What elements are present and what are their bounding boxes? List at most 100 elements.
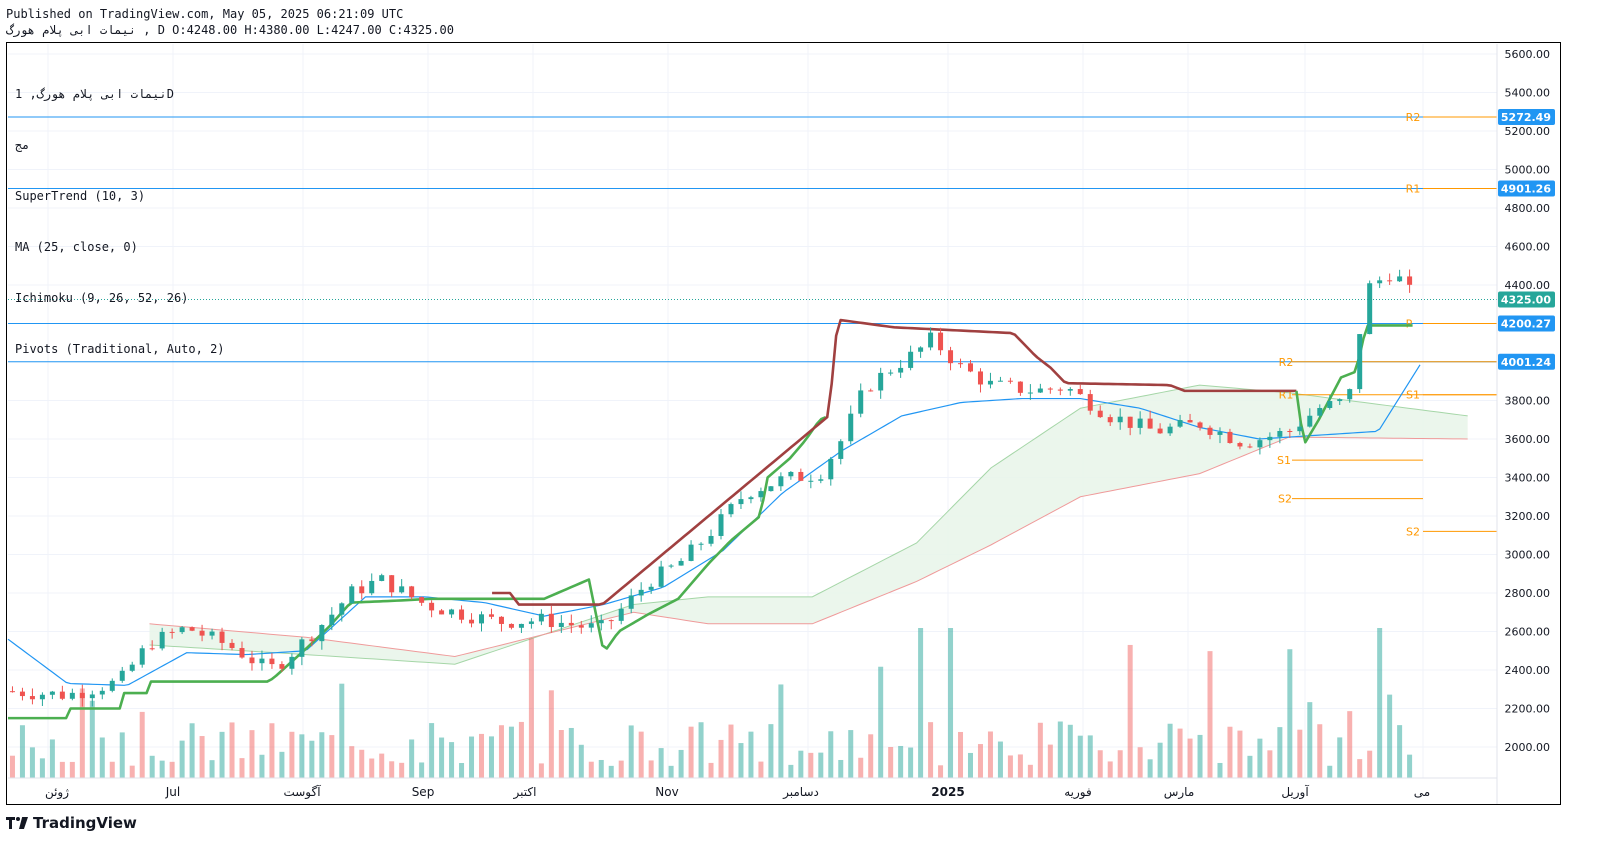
candle[interactable] [798, 471, 804, 481]
candle[interactable] [29, 696, 35, 700]
candle[interactable] [508, 623, 514, 628]
candle[interactable] [419, 597, 425, 603]
candle[interactable] [758, 491, 764, 498]
candle[interactable] [1317, 407, 1323, 416]
candle[interactable] [708, 535, 714, 544]
candle[interactable] [568, 622, 574, 626]
candle[interactable] [1097, 410, 1103, 418]
legend-indicator-pivots[interactable]: Pivots (Traditional, Auto, 2) [15, 341, 225, 358]
candle[interactable] [1037, 388, 1043, 393]
candle[interactable] [189, 627, 195, 631]
candle[interactable] [1307, 415, 1313, 427]
candle[interactable] [1007, 380, 1013, 382]
candle[interactable] [9, 691, 15, 693]
candle[interactable] [89, 694, 95, 699]
candle[interactable] [59, 691, 65, 699]
candle[interactable] [1207, 427, 1213, 435]
candle[interactable] [538, 613, 544, 622]
candle[interactable] [868, 390, 874, 392]
candle[interactable] [299, 639, 305, 657]
candle[interactable] [987, 380, 993, 385]
candle[interactable] [898, 367, 904, 373]
candle[interactable] [1357, 334, 1363, 390]
candle[interactable] [409, 586, 415, 598]
candle[interactable] [279, 664, 285, 669]
candle[interactable] [459, 609, 465, 620]
candle[interactable] [249, 657, 255, 664]
candle[interactable] [928, 332, 934, 348]
candle[interactable] [439, 610, 445, 615]
candle[interactable] [1227, 431, 1233, 444]
candle[interactable] [1187, 420, 1193, 423]
candle[interactable] [1297, 426, 1303, 432]
candle[interactable] [339, 603, 345, 615]
candle[interactable] [1017, 381, 1023, 393]
candle[interactable] [558, 622, 564, 628]
candle[interactable] [69, 692, 75, 699]
candle[interactable] [349, 586, 355, 604]
candle[interactable] [329, 614, 335, 626]
candle[interactable] [1407, 276, 1413, 285]
candle[interactable] [518, 623, 524, 628]
candle[interactable] [1167, 426, 1173, 434]
candle[interactable] [99, 690, 105, 695]
candle[interactable] [1087, 394, 1093, 411]
candle[interactable] [1247, 446, 1253, 448]
candle[interactable] [878, 372, 884, 391]
candle[interactable] [698, 543, 704, 545]
candle[interactable] [479, 614, 485, 624]
candle[interactable] [1047, 388, 1053, 390]
candle[interactable] [199, 630, 205, 636]
candle[interactable] [39, 694, 45, 700]
candle[interactable] [169, 631, 175, 633]
candle[interactable] [399, 586, 405, 593]
candle[interactable] [129, 664, 135, 671]
candle[interactable] [1117, 416, 1123, 423]
candle[interactable] [1147, 418, 1153, 429]
candle[interactable] [808, 480, 814, 482]
chart[interactable]: R2R1PR2R1 S1S1S2S2 2000.002200.002400.002… [0, 0, 1598, 858]
candle[interactable] [748, 497, 754, 500]
candle[interactable] [678, 560, 684, 566]
candle[interactable] [1367, 283, 1373, 335]
candle[interactable] [1277, 430, 1283, 437]
candle[interactable] [49, 691, 55, 695]
candle[interactable] [1327, 401, 1333, 408]
candle[interactable] [728, 504, 734, 515]
candle[interactable] [908, 351, 914, 368]
candle[interactable] [1057, 389, 1063, 391]
candle[interactable] [548, 613, 554, 628]
candle[interactable] [588, 623, 594, 628]
candle[interactable] [528, 621, 534, 624]
candle[interactable] [608, 620, 614, 622]
candle[interactable] [219, 631, 225, 643]
candle[interactable] [658, 566, 664, 587]
candle[interactable] [628, 595, 634, 609]
candle[interactable] [818, 479, 824, 481]
candle[interactable] [269, 658, 275, 665]
candle[interactable] [1127, 416, 1133, 428]
candle[interactable] [838, 441, 844, 459]
candle[interactable] [668, 565, 674, 567]
candle[interactable] [948, 350, 954, 364]
candle[interactable] [768, 486, 774, 492]
candle[interactable] [997, 380, 1003, 382]
candle[interactable] [1337, 399, 1343, 402]
candle[interactable] [788, 471, 794, 477]
candle[interactable] [858, 390, 864, 414]
candle[interactable] [1107, 417, 1113, 423]
candle[interactable] [638, 589, 644, 596]
candle[interactable] [488, 614, 494, 617]
candle[interactable] [379, 575, 385, 581]
candle[interactable] [369, 580, 375, 594]
candle[interactable] [1077, 389, 1083, 395]
candle[interactable] [977, 371, 983, 385]
candle[interactable] [149, 648, 155, 650]
candle[interactable] [1157, 428, 1163, 434]
candle[interactable] [1027, 392, 1033, 394]
candle[interactable] [648, 586, 654, 590]
candle[interactable] [1067, 389, 1073, 391]
candle[interactable] [938, 332, 944, 351]
candle[interactable] [828, 458, 834, 480]
candle[interactable] [958, 363, 964, 365]
